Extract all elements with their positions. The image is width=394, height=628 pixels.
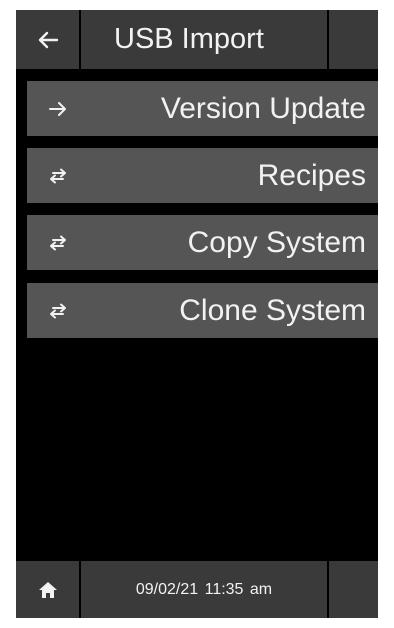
recipes-label: Recipes [257, 158, 366, 192]
copy-system-label: Copy System [187, 225, 366, 259]
datetime-display: 09/02/21 11:35 am [135, 580, 273, 598]
header-bar: USB Import [16, 10, 378, 69]
home-button[interactable] [16, 561, 79, 618]
footer-right-cell [329, 561, 378, 618]
swap-arrows-icon [46, 164, 70, 188]
copy-system-button[interactable]: Copy System [27, 215, 378, 270]
recipes-button[interactable]: Recipes [27, 148, 378, 203]
version-update-button[interactable]: Version Update [27, 81, 378, 136]
home-icon [38, 581, 58, 599]
datetime-cell: 09/02/21 11:35 am [81, 561, 327, 618]
header-right-cell [329, 10, 378, 69]
title-cell: USB Import [81, 10, 327, 69]
version-update-label: Version Update [160, 91, 366, 125]
back-button[interactable] [16, 10, 79, 69]
footer-bar: 09/02/21 11:35 am [16, 561, 378, 618]
swap-arrows-icon [46, 231, 70, 255]
device-screen: USB Import Version Update Recipes Copy S… [16, 10, 378, 618]
page-title: USB Import [114, 23, 264, 55]
clone-system-label: Clone System [179, 293, 366, 327]
arrow-right-icon [46, 97, 70, 121]
clone-system-button[interactable]: Clone System [27, 283, 378, 338]
arrow-left-icon [37, 31, 59, 49]
swap-arrows-icon [46, 299, 70, 323]
